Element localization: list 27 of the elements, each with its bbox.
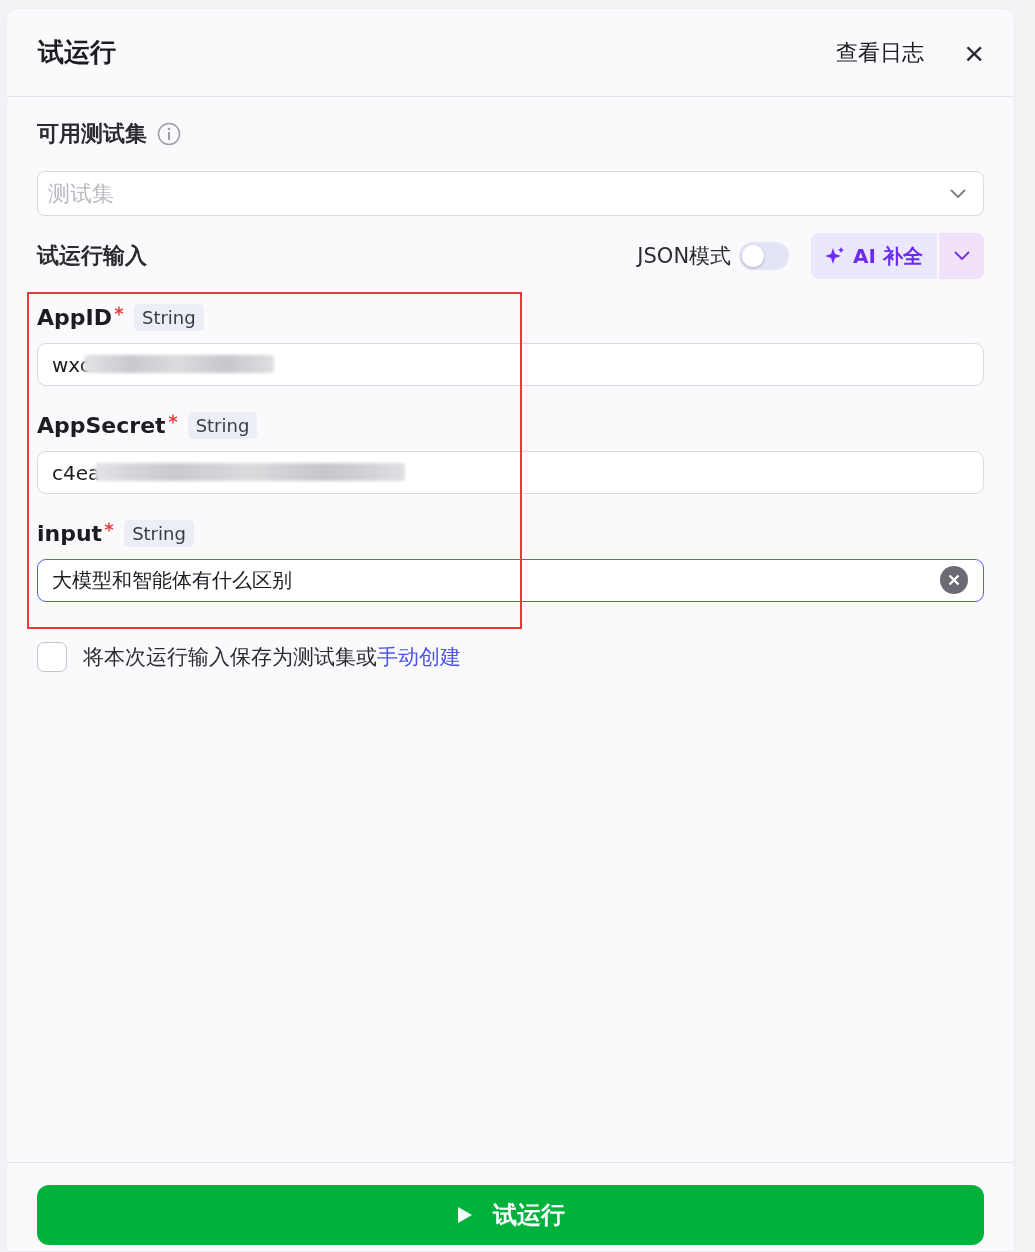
json-mode-label: JSON模式: [637, 243, 732, 270]
section-label: 可用测试集: [37, 120, 147, 148]
close-icon: [948, 574, 960, 586]
close-button[interactable]: ×: [964, 35, 984, 70]
field-label: AppSecret: [37, 413, 166, 438]
test-set-select[interactable]: 测试集: [37, 171, 984, 216]
chevron-down-icon: [953, 251, 970, 261]
sparkle-icon: [825, 246, 846, 266]
input-field[interactable]: 大模型和智能体有什么区别: [37, 559, 984, 602]
input-field[interactable]: wxc: [37, 343, 984, 386]
field-label: AppID: [37, 305, 112, 330]
ai-complete-button[interactable]: AI 补全: [811, 233, 937, 279]
save-text: 将本次运行输入保存为测试集或手动创建: [83, 644, 461, 671]
type-tag: String: [134, 304, 204, 331]
json-mode-switch[interactable]: [739, 242, 790, 270]
dialog-title: 试运行: [38, 36, 117, 69]
info-icon: [157, 122, 181, 146]
type-tag: String: [187, 412, 258, 439]
field-label: input: [37, 521, 103, 546]
ai-options-button[interactable]: [937, 233, 984, 279]
save-checkbox[interactable]: [37, 642, 67, 672]
type-tag: String: [124, 520, 194, 547]
chevron-down-icon: [950, 189, 966, 199]
play-icon: [456, 1206, 473, 1224]
view-log-link[interactable]: 查看日志: [836, 37, 925, 68]
section-label: 试运行输入: [37, 242, 148, 270]
manual-create-link[interactable]: 手动创建: [377, 645, 461, 669]
